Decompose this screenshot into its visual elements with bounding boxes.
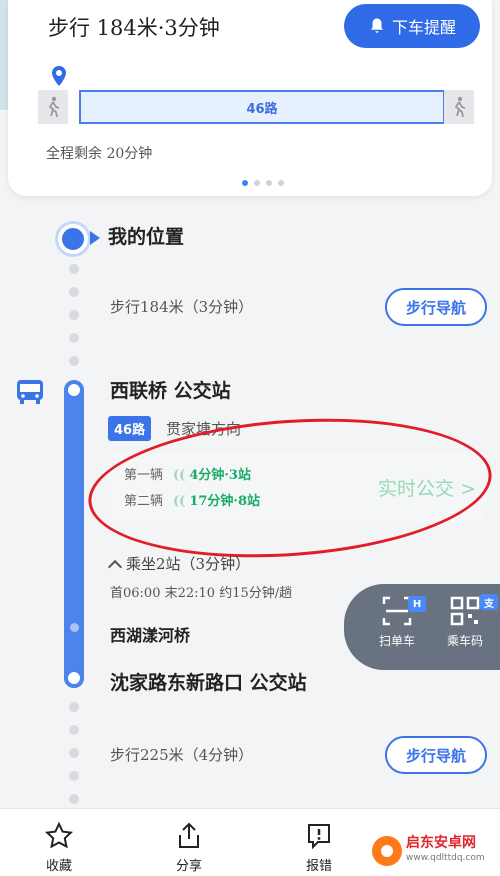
walk-path-dot bbox=[69, 356, 79, 366]
heading-arrow-icon bbox=[90, 231, 100, 245]
ride-stops-label: 乘坐2站（3分钟） bbox=[126, 555, 251, 573]
location-pin-icon bbox=[52, 66, 66, 86]
walk-path-dot bbox=[69, 771, 79, 781]
bus-ride-line bbox=[64, 382, 84, 688]
scan-badge: H bbox=[408, 596, 426, 612]
walk-path-dot bbox=[69, 725, 79, 735]
walking-person-icon bbox=[48, 96, 60, 118]
bus-route-bar[interactable]: 46路 bbox=[79, 90, 445, 124]
walk-path-dot bbox=[69, 287, 79, 297]
ride-code-label: 乘车码 bbox=[446, 634, 483, 648]
star-icon bbox=[44, 821, 74, 849]
alight-station-node bbox=[64, 668, 84, 688]
walk-nav-button-2[interactable]: 步行导航 bbox=[385, 736, 487, 774]
report-error-label: 报错 bbox=[305, 859, 332, 874]
walk-path-dot bbox=[69, 264, 79, 274]
line-badge[interactable]: 46路 bbox=[108, 416, 152, 441]
chevron-up-icon bbox=[107, 559, 123, 575]
walk-summary: 步行 184米·3分钟 bbox=[48, 16, 220, 40]
alight-reminder-label: 下车提醒 bbox=[391, 18, 456, 37]
walk-path-dot bbox=[69, 794, 79, 804]
share-label: 分享 bbox=[175, 859, 202, 874]
mid-station: 西湖漾河桥 bbox=[110, 626, 191, 645]
my-location-label: 我的位置 bbox=[108, 226, 185, 248]
site-watermark: 启东安卓网 www.qdlttdq.com bbox=[372, 836, 485, 866]
bell-icon bbox=[370, 18, 383, 33]
bus-icon bbox=[17, 380, 43, 404]
favorite-label: 收藏 bbox=[45, 859, 72, 874]
remaining-time: 全程剩余 20分钟 bbox=[46, 146, 153, 162]
favorite-button[interactable]: 收藏 bbox=[24, 821, 94, 874]
page-dot-active bbox=[242, 180, 248, 186]
qr-code-icon bbox=[450, 596, 480, 626]
walk-segment-2: 步行225米（4分钟） bbox=[110, 746, 254, 764]
walk-path-dot bbox=[69, 333, 79, 343]
ride-code-button[interactable]: 支 乘车码 bbox=[434, 594, 498, 649]
page-dot bbox=[278, 180, 284, 186]
page-dot bbox=[266, 180, 272, 186]
mid-station-node bbox=[70, 623, 79, 632]
watermark-url: www.qdlttdq.com bbox=[406, 853, 485, 863]
map-edge bbox=[0, 0, 8, 110]
scan-bike-button[interactable]: H 扫单车 bbox=[366, 594, 428, 649]
watermark-text: 启东安卓网 www.qdlttdq.com bbox=[406, 836, 485, 866]
walk-path-dot bbox=[69, 702, 79, 712]
watermark-logo-icon bbox=[372, 836, 402, 866]
walk-path-dot bbox=[69, 748, 79, 758]
report-error-button[interactable]: 报错 bbox=[284, 821, 354, 874]
alight-reminder-button[interactable]: 下车提醒 bbox=[344, 4, 480, 48]
code-badge: 支 bbox=[480, 594, 498, 610]
board-station-node bbox=[64, 380, 84, 400]
floating-quick-panel: H 扫单车 支 乘车码 bbox=[344, 584, 500, 670]
walk-start-icon-box bbox=[38, 90, 68, 124]
route-summary-card[interactable]: 步行 184米·3分钟 下车提醒 46路 全程剩余 20分钟 bbox=[8, 0, 492, 196]
walk-nav-button-1[interactable]: 步行导航 bbox=[385, 288, 487, 326]
exclamation-bubble-icon bbox=[308, 824, 330, 850]
walk-end-icon-box bbox=[444, 90, 474, 124]
board-station[interactable]: 西联桥 公交站 bbox=[110, 376, 231, 403]
alight-station[interactable]: 沈家路东新路口 公交站 bbox=[110, 668, 307, 695]
ride-stops-toggle[interactable]: 乘坐2站（3分钟） bbox=[107, 553, 251, 575]
share-button[interactable]: 分享 bbox=[154, 821, 224, 874]
share-icon bbox=[179, 822, 199, 848]
walk-path-dot bbox=[69, 310, 79, 320]
bus-schedule: 首06:00 末22:10 约15分钟/趟 bbox=[110, 586, 293, 601]
walking-person-icon bbox=[454, 96, 466, 118]
watermark-name: 启东安卓网 bbox=[406, 835, 476, 851]
page-indicator bbox=[242, 180, 284, 186]
walk-segment-1: 步行184米（3分钟） bbox=[110, 298, 254, 316]
page-dot bbox=[254, 180, 260, 186]
my-location-marker bbox=[58, 224, 88, 254]
scan-bike-label: 扫单车 bbox=[378, 634, 415, 648]
